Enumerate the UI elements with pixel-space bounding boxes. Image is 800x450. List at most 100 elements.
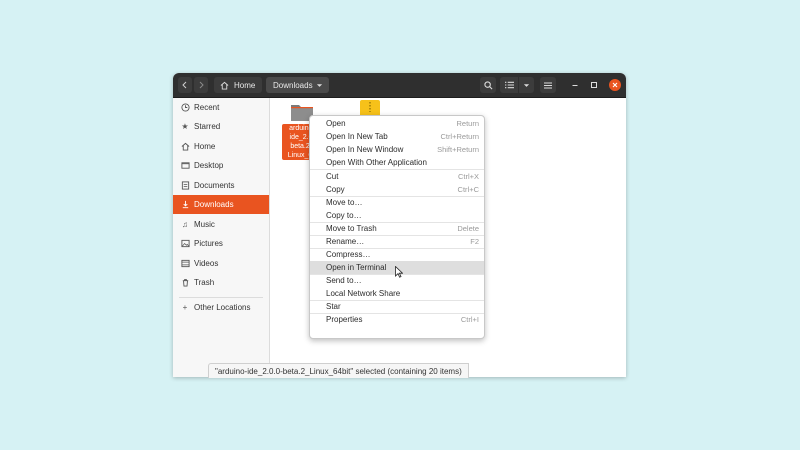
maximize-button[interactable] bbox=[588, 79, 600, 91]
sidebar-item-pictures[interactable]: Pictures bbox=[173, 234, 269, 253]
menu-item-shortcut: Ctrl+X bbox=[457, 172, 479, 181]
sidebar-item-other-locations[interactable]: + Other Locations bbox=[173, 298, 269, 317]
desktop-icon bbox=[180, 161, 190, 171]
menu-item-label: Open With Other Application bbox=[326, 158, 427, 167]
document-icon bbox=[180, 181, 190, 191]
menu-item-shortcut: Shift+Return bbox=[437, 145, 479, 154]
breadcrumb-downloads-label: Downloads bbox=[273, 80, 313, 90]
menu-item-label: Move to Trash bbox=[326, 224, 377, 233]
minimize-button[interactable] bbox=[569, 79, 581, 91]
breadcrumb-home[interactable]: Home bbox=[214, 77, 262, 93]
forward-button[interactable] bbox=[194, 77, 208, 93]
sidebar-item-label: Downloads bbox=[194, 200, 234, 209]
header-bar: Home Downloads bbox=[173, 73, 626, 98]
sidebar-item-starred[interactable]: ★ Starred bbox=[173, 117, 269, 136]
sidebar-item-label: Desktop bbox=[194, 161, 224, 170]
menu-item-label: Local Network Share bbox=[326, 289, 401, 298]
sidebar-item-desktop[interactable]: Desktop bbox=[173, 156, 269, 175]
trash-icon bbox=[180, 278, 190, 288]
search-button[interactable] bbox=[480, 77, 496, 93]
menu-item-shortcut: Return bbox=[456, 119, 479, 128]
menu-item-label: Open In New Window bbox=[326, 145, 404, 154]
menu-item-label: Cut bbox=[326, 172, 339, 181]
clock-icon bbox=[180, 103, 190, 113]
home-icon bbox=[220, 81, 229, 90]
breadcrumb-home-label: Home bbox=[234, 80, 256, 90]
menu-item-label: Copy bbox=[326, 185, 345, 194]
menu-item-label: Rename… bbox=[326, 237, 365, 246]
download-icon bbox=[180, 200, 190, 210]
list-view-icon bbox=[504, 81, 514, 89]
sidebar-item-recent[interactable]: Recent bbox=[173, 98, 269, 117]
sidebar-item-label: Starred bbox=[194, 122, 221, 131]
status-bar: "arduino-ide_2.0.0-beta.2_Linux_64bit" s… bbox=[208, 363, 469, 378]
menu-item-label: Properties bbox=[326, 315, 363, 324]
menu-item-label: Copy to… bbox=[326, 211, 362, 220]
menu-item-shortcut: F2 bbox=[470, 237, 479, 246]
sidebar-item-label: Recent bbox=[194, 103, 220, 112]
menu-item-label: Open bbox=[326, 119, 346, 128]
menu-item-open[interactable]: Open Return bbox=[310, 117, 484, 130]
chevron-right-icon bbox=[199, 81, 204, 89]
menu-item-cut[interactable]: Cut Ctrl+X bbox=[310, 170, 484, 183]
minimize-icon bbox=[572, 85, 578, 86]
hamburger-icon bbox=[544, 82, 552, 88]
menu-item-rename[interactable]: Rename… F2 bbox=[310, 235, 484, 248]
menu-item-shortcut: Ctrl+I bbox=[460, 315, 479, 324]
music-icon: ♫ bbox=[182, 220, 188, 229]
sidebar-item-videos[interactable]: Videos bbox=[173, 254, 269, 273]
view-list-button[interactable] bbox=[500, 77, 518, 93]
status-text: "arduino-ide_2.0.0-beta.2_Linux_64bit" s… bbox=[215, 366, 462, 376]
mouse-cursor-icon bbox=[395, 266, 403, 278]
menu-item-label: Compress… bbox=[326, 250, 371, 259]
maximize-icon bbox=[591, 82, 597, 88]
menu-item-open-with-other-application[interactable]: Open With Other Application bbox=[310, 156, 484, 169]
menu-button[interactable] bbox=[540, 77, 556, 93]
chevron-down-icon bbox=[523, 83, 530, 87]
menu-item-copy-to[interactable]: Copy to… bbox=[310, 209, 484, 222]
menu-item-shortcut: Ctrl+C bbox=[457, 185, 479, 194]
chevron-down-icon bbox=[316, 83, 323, 87]
sidebar-item-label: Music bbox=[194, 220, 215, 229]
menu-item-copy[interactable]: Copy Ctrl+C bbox=[310, 183, 484, 196]
menu-item-star[interactable]: Star bbox=[310, 300, 484, 313]
sidebar-item-label: Home bbox=[194, 142, 216, 151]
close-button[interactable] bbox=[609, 79, 621, 91]
menu-item-label: Move to… bbox=[326, 198, 363, 207]
sidebar-item-music[interactable]: ♫ Music bbox=[173, 215, 269, 234]
sidebar-item-label: Other Locations bbox=[194, 303, 251, 312]
menu-item-compress[interactable]: Compress… bbox=[310, 248, 484, 261]
sidebar: Recent ★ Starred Home Desktop Documents … bbox=[173, 98, 270, 377]
search-icon bbox=[483, 80, 492, 89]
menu-item-move-to-trash[interactable]: Move to Trash Delete bbox=[310, 222, 484, 235]
menu-item-label: Open In New Tab bbox=[326, 132, 388, 141]
menu-item-label: Star bbox=[326, 302, 341, 311]
sidebar-item-trash[interactable]: Trash bbox=[173, 273, 269, 292]
sidebar-item-home[interactable]: Home bbox=[173, 137, 269, 156]
close-icon bbox=[612, 82, 618, 88]
menu-item-shortcut: Delete bbox=[457, 224, 479, 233]
menu-item-open-in-new-tab[interactable]: Open In New Tab Ctrl+Return bbox=[310, 130, 484, 143]
context-menu: Open Return Open In New Tab Ctrl+Return … bbox=[309, 115, 485, 339]
menu-item-properties[interactable]: Properties Ctrl+I bbox=[310, 313, 484, 326]
sidebar-item-label: Pictures bbox=[194, 239, 223, 248]
picture-icon bbox=[180, 239, 190, 249]
sidebar-item-documents[interactable]: Documents bbox=[173, 176, 269, 195]
menu-item-local-network-share[interactable]: Local Network Share bbox=[310, 287, 484, 300]
menu-item-label: Send to… bbox=[326, 276, 362, 285]
sidebar-item-label: Videos bbox=[194, 259, 219, 268]
back-button[interactable] bbox=[178, 77, 192, 93]
menu-item-shortcut: Ctrl+Return bbox=[440, 132, 479, 141]
menu-item-open-in-new-window[interactable]: Open In New Window Shift+Return bbox=[310, 143, 484, 156]
sidebar-item-label: Trash bbox=[194, 278, 215, 287]
sidebar-item-label: Documents bbox=[194, 181, 235, 190]
plus-icon: + bbox=[182, 303, 188, 312]
menu-item-label: Open in Terminal bbox=[326, 263, 387, 272]
breadcrumb-downloads[interactable]: Downloads bbox=[266, 77, 329, 93]
sidebar-item-downloads[interactable]: Downloads bbox=[173, 195, 269, 214]
star-icon: ★ bbox=[181, 122, 189, 131]
menu-item-move-to[interactable]: Move to… bbox=[310, 196, 484, 209]
video-icon bbox=[180, 259, 190, 269]
view-options-button[interactable] bbox=[519, 77, 534, 93]
home-icon bbox=[180, 142, 190, 152]
